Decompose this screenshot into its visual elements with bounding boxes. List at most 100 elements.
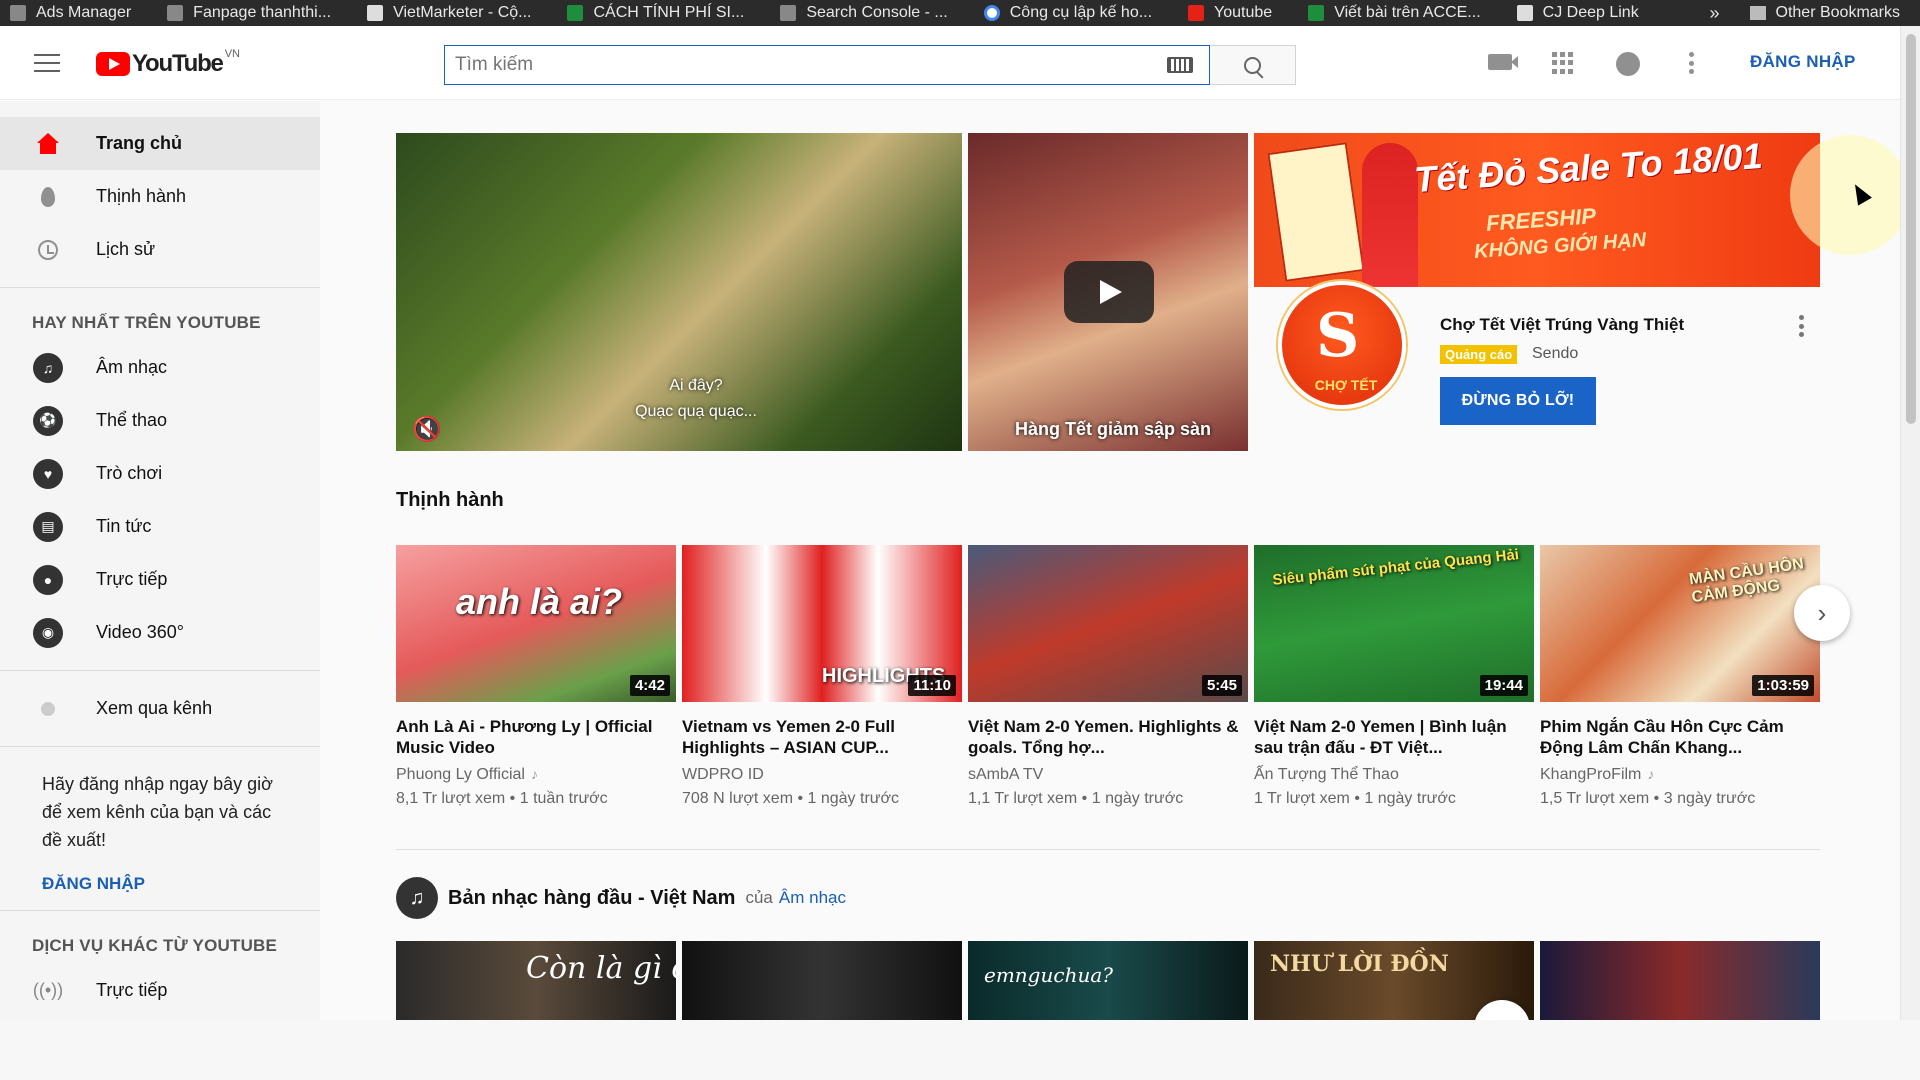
promo-video[interactable]: Hàng Tết giảm sập sàn [968, 133, 1248, 451]
live-icon: ● [33, 564, 63, 595]
video-thumbnail[interactable]: MÀN CẦU HÔN CẢM ĐỘNG 1:03:59 [1540, 545, 1820, 702]
history-icon [36, 238, 60, 262]
view-count: 8,1 Tr lượt xem [396, 790, 506, 807]
channel-name[interactable]: sAmbA TV [968, 766, 1248, 784]
sidebar-signin-link[interactable]: ĐĂNG NHẬP [0, 860, 320, 910]
video-title[interactable]: Việt Nam 2-0 Yemen. Highlights & goals. … [968, 716, 1248, 760]
sidebar-item-music[interactable]: ♫ Âm nhạc [0, 341, 320, 394]
bookmark-item[interactable]: Search Console - ... [780, 4, 948, 22]
video-title[interactable]: Vietnam vs Yemen 2-0 Full Highlights – A… [682, 716, 962, 760]
sidebar-item-label: Tin tức [96, 516, 152, 536]
video-card[interactable]: anh là ai? 4:42 Anh Là Ai - Phương Ly | … [396, 545, 676, 808]
ad-cta-button[interactable]: ĐỪNG BỎ LỠ! [1440, 377, 1596, 425]
sidebar-item-browse-channels[interactable]: Xem qua kênh [0, 682, 320, 735]
apps-grid-icon[interactable] [1552, 52, 1574, 74]
advertiser-logo[interactable]: S CHỢ TẾT [1278, 281, 1406, 409]
ad-more-icon[interactable] [1798, 315, 1804, 337]
bookmark-item[interactable]: CÁCH TÍNH PHÍ SI... [567, 4, 744, 22]
muted-speaker-icon[interactable]: 🔇 [412, 415, 442, 444]
bookmark-item[interactable]: Fanpage thanhthi... [167, 4, 331, 22]
shelf-next-button[interactable]: › [1794, 585, 1850, 641]
bookmark-item[interactable]: Youtube [1188, 4, 1272, 22]
messages-icon[interactable] [1616, 52, 1640, 76]
doc-icon [1516, 5, 1533, 21]
shelf-channel-link[interactable]: Âm nhạc [779, 888, 846, 908]
sidebar: Trang chủ Thịnh hành Lịch sử HAY NHẤT TR… [0, 101, 320, 1021]
page-scrollbar[interactable] [1900, 26, 1920, 1020]
video-thumbnail[interactable]: emnguchua? [968, 941, 1248, 1021]
shelf-title[interactable]: Bản nhạc hàng đầu - Việt Nam [448, 887, 735, 910]
video-title[interactable]: Việt Nam 2-0 Yemen | Bình luận sau trận … [1254, 716, 1534, 760]
main-content: Ai đây? Quạc quạ quạc... 🔇 Hàng Tết giảm… [320, 101, 1900, 1021]
home-icon [36, 132, 60, 156]
video-thumbnail[interactable]: HIGHLIGHTS 11:10 [682, 545, 962, 702]
channel-name[interactable]: WDPRO ID [682, 766, 962, 784]
video-card[interactable]: Siêu phẩm sút phạt của Quang Hải 19:44 V… [1254, 545, 1534, 808]
video-thumbnail[interactable]: Siêu phẩm sút phạt của Quang Hải 19:44 [1254, 545, 1534, 702]
other-bookmarks[interactable]: Other Bookmarks [1749, 4, 1900, 22]
video-title[interactable]: Phim Ngắn Cầu Hôn Cực Cảm Động Lâm Chấn … [1540, 716, 1820, 760]
ad-title[interactable]: Chợ Tết Việt Trúng Vàng Thiệt [1440, 315, 1684, 335]
sidebar-item-history[interactable]: Lịch sử [0, 223, 320, 276]
signin-button[interactable]: ĐĂNG NHẬP [1750, 52, 1856, 78]
bookmark-item[interactable]: Công cụ lập kế ho... [983, 4, 1152, 22]
news-icon: ▤ [33, 511, 63, 542]
sidebar-item-360[interactable]: ◉ Video 360° [0, 606, 320, 659]
bookmarks-overflow-button[interactable]: » [1710, 3, 1720, 24]
video-thumbnail[interactable]: anh là ai? 4:42 [396, 545, 676, 702]
youtube-logo[interactable]: YouTube VN [96, 48, 240, 78]
other-bookmarks-label: Other Bookmarks [1775, 4, 1900, 21]
search-button[interactable] [1210, 45, 1296, 85]
youtube-icon [1188, 5, 1205, 21]
ad-channel: Sendo [1532, 345, 1579, 362]
video-camera-icon[interactable] [1488, 54, 1518, 70]
sidebar-item-label: Video 360° [96, 622, 184, 642]
sidebar-item-sports[interactable]: ⚽ Thể thao [0, 394, 320, 447]
bookmark-item[interactable]: CJ Deep Link [1516, 4, 1639, 22]
scrollbar-thumb[interactable] [1906, 34, 1916, 424]
video-thumbnail[interactable]: Còn là gì của nhau [396, 941, 676, 1021]
logo-text: YouTube [132, 50, 224, 77]
sidebar-item-live[interactable]: ● Trực tiếp [0, 553, 320, 606]
video-card[interactable]: 5:45 Việt Nam 2-0 Yemen. Highlights & go… [968, 545, 1248, 808]
video-meta: 708 N lượt xem • 1 ngày trước [682, 790, 899, 807]
shelf-title[interactable]: Thịnh hành [396, 489, 504, 512]
featured-video-player[interactable]: Ai đây? Quạc quạ quạc... 🔇 [396, 133, 962, 451]
menu-icon[interactable] [34, 54, 60, 72]
sidebar-item-label: Trò chơi [96, 463, 163, 483]
video-title[interactable]: Anh Là Ai - Phương Ly | Official Music V… [396, 716, 676, 760]
bookmark-item[interactable]: VietMarketer - Cộ... [367, 4, 531, 22]
bookmark-item[interactable]: Viết bài trên ACCE... [1308, 4, 1481, 22]
keyboard-icon[interactable] [1167, 57, 1193, 73]
sidebar-item-home[interactable]: Trang chủ [0, 117, 320, 170]
sidebar-item-live-broadcast[interactable]: ((•)) Trực tiếp [0, 964, 320, 1017]
chevron-right-icon: › [1817, 597, 1827, 628]
sidebar-item-label: Xem qua kênh [96, 698, 213, 718]
thumbnail-text: MÀN CẦU HÔN CẢM ĐỘNG [1688, 555, 1805, 607]
live-broadcast-icon: ((•)) [32, 980, 64, 1000]
music-channel-icon[interactable]: ♫ [396, 877, 438, 919]
sidebar-item-news[interactable]: ▤ Tin tức [0, 500, 320, 553]
channel-name-text: KhangProFilm [1540, 766, 1642, 783]
sidebar-item-gaming[interactable]: ♥ Trò chơi [0, 447, 320, 500]
video-card[interactable]: MÀN CẦU HÔN CẢM ĐỘNG 1:03:59 Phim Ngắn C… [1540, 545, 1820, 808]
channel-name[interactable]: Ấn Tượng Thể Thao [1254, 766, 1534, 784]
sidebar-item-trending[interactable]: Thịnh hành [0, 170, 320, 223]
channel-name[interactable]: Phuong Ly Official ♪ [396, 766, 676, 784]
music-note-icon: ♪ [530, 766, 538, 782]
bookmark-label: CÁCH TÍNH PHÍ SI... [593, 4, 745, 21]
bookmark-label: Fanpage thanhthi... [193, 4, 332, 21]
bookmark-item[interactable]: Ads Manager [10, 4, 131, 22]
search-input[interactable] [455, 54, 1167, 76]
browse-channels-icon [36, 697, 60, 721]
video-thumbnail[interactable] [682, 941, 962, 1021]
video-thumbnail[interactable] [1540, 941, 1820, 1021]
play-icon[interactable] [1064, 261, 1154, 323]
bookmark-label: Search Console - ... [806, 4, 948, 21]
ad-banner[interactable]: Tết Đỏ Sale To 18/01 FREESHIP KHÔNG GIỚI… [1254, 133, 1820, 287]
video-meta: 1,5 Tr lượt xem • 3 ngày trước [1540, 790, 1756, 807]
video-thumbnail[interactable]: 5:45 [968, 545, 1248, 702]
channel-name[interactable]: KhangProFilm ♪ [1540, 766, 1820, 784]
more-vert-icon[interactable] [1688, 52, 1694, 74]
video-card[interactable]: HIGHLIGHTS 11:10 Vietnam vs Yemen 2-0 Fu… [682, 545, 962, 808]
